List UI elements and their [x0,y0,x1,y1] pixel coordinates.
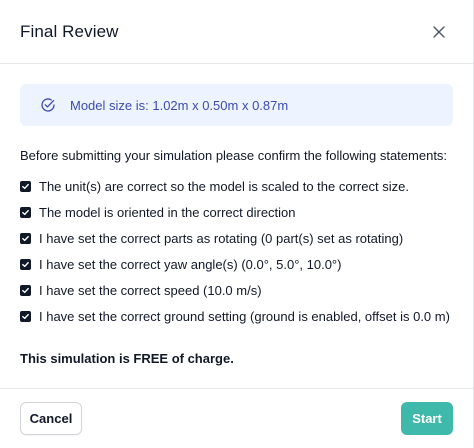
statement-speed[interactable]: I have set the correct speed (10.0 m/s) [20,277,453,303]
start-button[interactable]: Start [401,402,453,435]
statement-label: I have set the correct yaw angle(s) (0.0… [39,256,342,272]
close-button[interactable] [427,20,451,44]
dialog-header: Final Review [0,0,473,64]
free-notice: This simulation is FREE of charge. [20,351,234,366]
statement-label: The model is oriented in the correct dir… [39,204,296,220]
checkbox-checked-icon[interactable] [20,232,31,244]
model-size-text: Model size is: 1.02m x 0.50m x 0.87m [70,97,289,113]
statement-units[interactable]: The unit(s) are correct so the model is … [20,173,453,199]
statement-list: The unit(s) are correct so the model is … [20,173,453,329]
checkbox-checked-icon[interactable] [20,180,31,192]
statement-label: I have set the correct speed (10.0 m/s) [39,282,262,298]
statement-ground-setting[interactable]: I have set the correct ground setting (g… [20,303,453,329]
final-review-dialog: Final Review Model size is: 1.02m x 0.50… [0,0,474,448]
statement-orientation[interactable]: The model is oriented in the correct dir… [20,199,453,225]
dialog-footer: Cancel Start [0,388,473,448]
checkbox-checked-icon[interactable] [20,284,31,296]
checkbox-checked-icon[interactable] [20,206,31,218]
statement-label: I have set the correct ground setting (g… [39,308,450,324]
checkbox-checked-icon[interactable] [20,258,31,270]
statement-yaw-angles[interactable]: I have set the correct yaw angle(s) (0.0… [20,251,453,277]
close-icon [433,25,445,38]
checkbox-checked-icon[interactable] [20,310,31,322]
cancel-button[interactable]: Cancel [20,402,82,435]
model-size-info: Model size is: 1.02m x 0.50m x 0.87m [20,84,453,126]
statement-label: The unit(s) are correct so the model is … [39,178,409,194]
statement-label: I have set the correct parts as rotating… [39,230,404,246]
dialog-title: Final Review [20,21,119,41]
confirm-intro: Before submitting your simulation please… [20,148,448,163]
dialog-body: Model size is: 1.02m x 0.50m x 0.87m Bef… [0,64,473,366]
check-circle-icon [40,97,56,113]
statement-rotating-parts[interactable]: I have set the correct parts as rotating… [20,225,453,251]
